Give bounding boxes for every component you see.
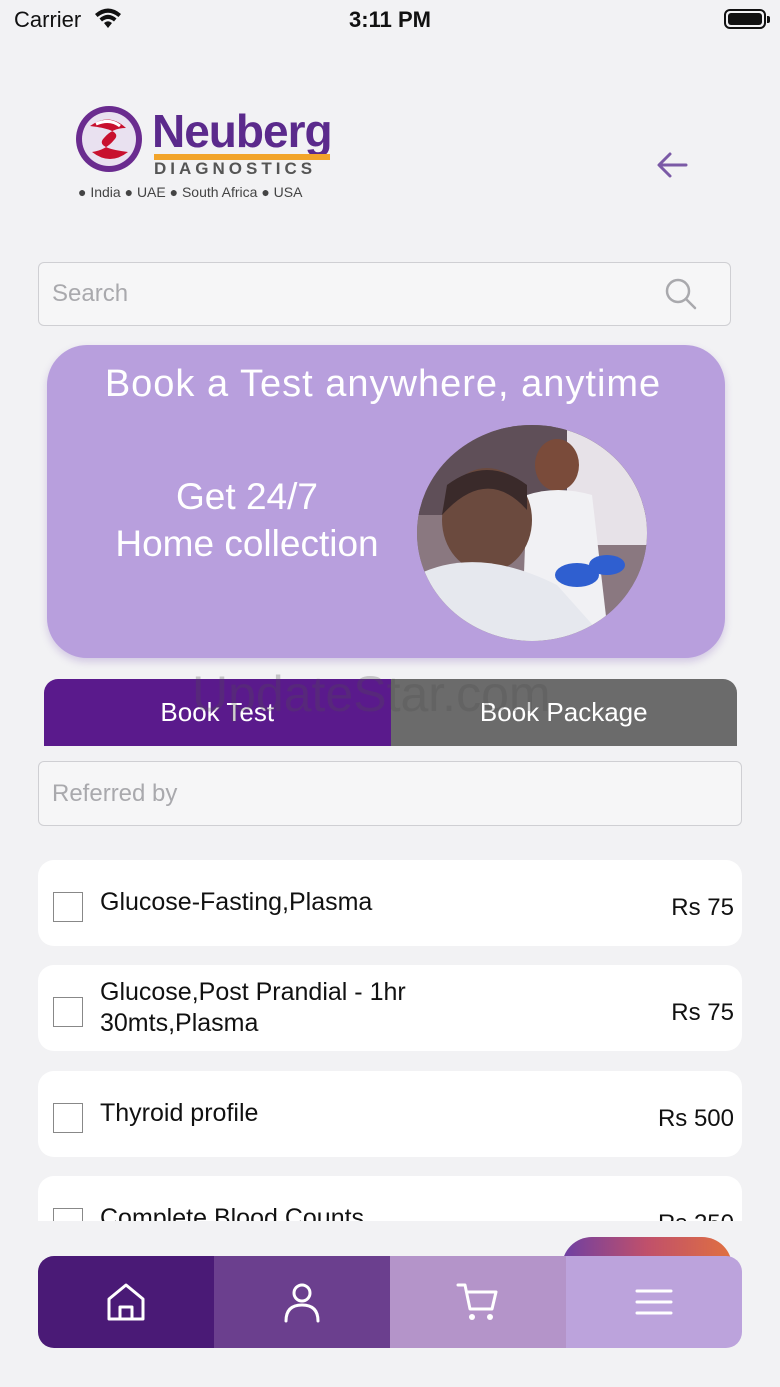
- test-price: Rs 250: [658, 1210, 734, 1221]
- brand-name: Neuberg: [152, 105, 333, 157]
- home-icon: [107, 1283, 145, 1321]
- logo-mark-icon: [76, 106, 142, 172]
- test-checkbox[interactable]: [53, 997, 83, 1027]
- battery-icon: [724, 9, 770, 29]
- nav-home-button[interactable]: [38, 1256, 214, 1348]
- test-name: Complete Blood Counts: [100, 1204, 365, 1221]
- banner-line-2: Home collection: [115, 523, 379, 564]
- search-input[interactable]: [52, 263, 652, 325]
- list-item[interactable]: Glucose,Post Prandial - 1hr 30mts,Plasma…: [38, 965, 742, 1051]
- clock: 3:11 PM: [349, 7, 431, 32]
- test-price: Rs 75: [671, 999, 734, 1026]
- test-list: Glucose-Fasting,Plasma Rs 75 Glucose,Pos…: [38, 860, 742, 1221]
- banner-line-1: Get 24/7: [176, 476, 318, 517]
- banner-subtitle: Get 24/7 Home collection: [97, 473, 397, 567]
- test-name: Thyroid profile: [100, 1099, 259, 1127]
- nav-menu-button[interactable]: [566, 1256, 742, 1348]
- test-price: Rs 75: [671, 894, 734, 921]
- promo-banner[interactable]: Book a Test anywhere, anytime Get 24/7 H…: [47, 345, 725, 658]
- nav-cart-button[interactable]: [390, 1256, 566, 1348]
- banner-photo: [417, 425, 647, 641]
- nav-profile-button[interactable]: [214, 1256, 390, 1348]
- test-name: Glucose-Fasting,Plasma: [100, 888, 373, 916]
- back-arrow-icon[interactable]: [652, 146, 692, 186]
- list-item[interactable]: Thyroid profile Rs 500: [38, 1071, 742, 1157]
- test-checkbox[interactable]: [53, 1103, 83, 1133]
- test-checkbox[interactable]: [53, 1208, 83, 1221]
- referred-by-box: [38, 761, 742, 826]
- list-item[interactable]: Complete Blood Counts Rs 250: [38, 1176, 742, 1221]
- list-item[interactable]: Glucose-Fasting,Plasma Rs 75: [38, 860, 742, 946]
- user-icon: [284, 1283, 320, 1323]
- test-checkbox[interactable]: [53, 892, 83, 922]
- bottom-nav: [38, 1256, 742, 1348]
- booking-tabs: Book Test Book Package: [44, 679, 737, 746]
- test-price: Rs 500: [657, 1105, 734, 1132]
- brand-subtitle: DIAGNOSTICS: [154, 159, 317, 178]
- tab-book-test[interactable]: Book Test: [44, 679, 391, 746]
- banner-title: Book a Test anywhere, anytime: [104, 363, 662, 405]
- search-box: [38, 262, 731, 326]
- menu-icon: [635, 1289, 673, 1315]
- referred-by-input[interactable]: [52, 762, 722, 825]
- test-name: Glucose,Post Prandial - 1hr 30mts,Plasma: [100, 978, 406, 1037]
- brand-regions: ● India ● UAE ● South Africa ● USA: [78, 184, 303, 200]
- tab-book-package[interactable]: Book Package: [390, 679, 737, 746]
- cart-icon: [456, 1283, 498, 1320]
- search-icon[interactable]: [664, 277, 698, 311]
- status-bar: Carrier 3:11 PM: [0, 0, 780, 40]
- brand-logo: Neuberg DIAGNOSTICS ● India ● UAE ● Sout…: [74, 104, 354, 204]
